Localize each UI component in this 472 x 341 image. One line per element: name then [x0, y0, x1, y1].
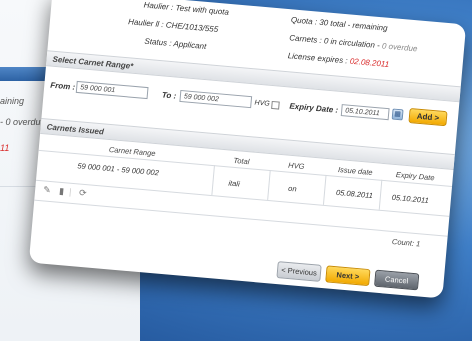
cell-expiry-date: 05.10.2011	[391, 192, 430, 205]
previous-button[interactable]: < Previous	[276, 261, 322, 282]
table-divider	[35, 179, 450, 217]
carnets-info: Carnets : 0 in circulation - 0 overdue	[289, 33, 418, 53]
table-divider	[267, 170, 271, 201]
license-date: 02.08.2011	[349, 56, 390, 70]
row-count: Count: 1	[391, 236, 421, 249]
table-divider	[34, 199, 448, 237]
from-input[interactable]: 59 000 001	[75, 80, 149, 100]
table-divider	[378, 179, 383, 210]
next-button[interactable]: Next >	[325, 265, 371, 287]
hvg-label: HVG	[254, 99, 270, 108]
column-header-expiry-date: Expiry Date	[395, 170, 435, 183]
carnets-circulation: Carnets : 0 in circulation -	[288, 33, 383, 51]
expiry-date-input[interactable]: 05.10.2011	[340, 104, 390, 121]
background-text: aining	[0, 96, 25, 106]
delete-icon[interactable]: ▮	[59, 186, 65, 197]
column-header-total: Total	[233, 155, 250, 167]
hvg-checkbox[interactable]	[271, 100, 280, 110]
haulier-status: Status : Applicant	[144, 36, 207, 52]
toolbar-separator: |	[68, 186, 72, 197]
from-label: From :	[49, 80, 76, 92]
table-divider	[211, 165, 215, 196]
quota-info: Quota : 30 total - remaining	[290, 15, 388, 33]
license-label: License expires :	[287, 51, 351, 66]
cell-hvg: on	[287, 183, 297, 194]
column-header-hvg: HVG	[287, 160, 305, 172]
refresh-icon[interactable]: ⟳	[79, 188, 87, 200]
column-header-issue-date: Issue date	[337, 165, 373, 177]
cell-total: itali	[228, 178, 241, 189]
calendar-icon[interactable]: ▦	[391, 108, 404, 121]
background-text: 11	[0, 143, 10, 153]
background-text: - 0 overdu	[0, 117, 41, 127]
edit-icon[interactable]: ✎	[43, 184, 51, 196]
cell-carnet-range: 59 000 001 - 59 000 002	[77, 161, 160, 178]
to-label: To :	[161, 90, 177, 101]
expiry-label: Expiry Date :	[289, 101, 339, 115]
add-button[interactable]: Add >	[408, 108, 448, 127]
haulier-name: Haulier : Test with quota	[143, 0, 230, 17]
carnet-dialog: Haulier : Test with quota Haulier ll : C…	[28, 0, 467, 299]
to-input[interactable]: 59 000 002	[179, 89, 253, 109]
cancel-button[interactable]: Cancel	[374, 269, 420, 291]
table-divider	[322, 174, 327, 205]
license-info: License expires : 02.08.2011	[287, 51, 389, 69]
cell-issue-date: 05.08.2011	[335, 187, 374, 201]
haulier-id: Haulier ll : CHE/1013/555	[127, 17, 219, 34]
carnets-overdue: 0 overdue	[381, 41, 418, 54]
